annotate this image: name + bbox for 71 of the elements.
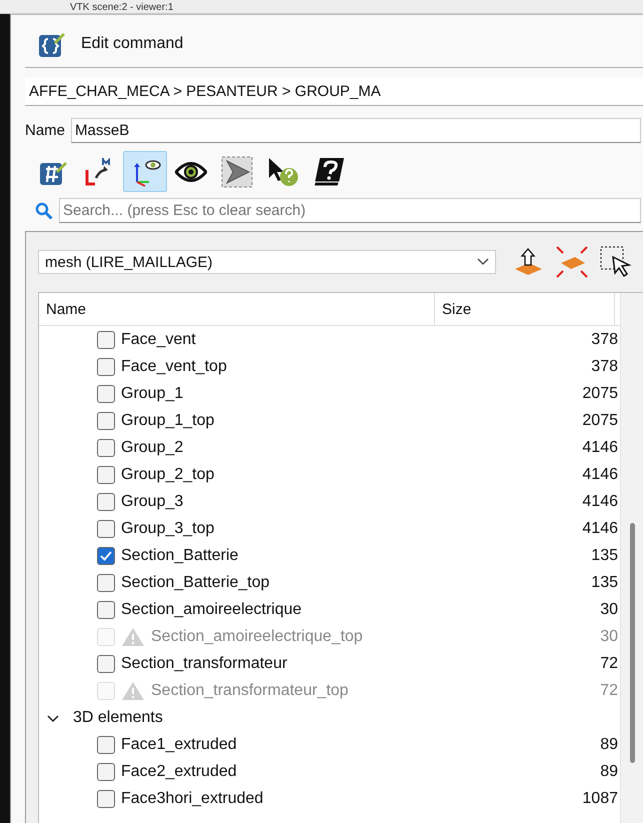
checkbox[interactable] [97, 790, 115, 808]
size-value: 4146 [581, 492, 619, 510]
item-label: Face_vent_top [121, 358, 228, 376]
scrollbar[interactable] [620, 293, 643, 823]
caret-icon [477, 258, 489, 266]
size-value: 4146 [581, 438, 619, 456]
checkbox[interactable] [97, 466, 115, 484]
item-label: Face_vent [121, 330, 197, 348]
checkbox[interactable] [97, 546, 115, 564]
column-header[interactable]: Name [39, 293, 435, 325]
size-value: 4146 [581, 466, 619, 484]
size-value: 72 [599, 654, 619, 672]
size-value: 378 [590, 330, 619, 348]
column-header[interactable]: Size [435, 293, 615, 325]
window-title: VTK scene:2 - viewer:1 [70, 2, 174, 13]
item-label: Group_2 [121, 438, 184, 456]
checkbox[interactable] [97, 654, 115, 672]
eye-icon [175, 160, 207, 182]
check-icon [100, 550, 112, 560]
size-value: 30 [599, 628, 619, 646]
size-value: 378 [590, 358, 619, 376]
item-label: Section_amoireelectrique_top [151, 628, 364, 646]
checkbox[interactable] [97, 762, 115, 780]
checkbox[interactable] [97, 438, 115, 456]
size-value: 89 [599, 762, 619, 780]
item-label: Group_2_top [121, 466, 216, 484]
toolbar-button[interactable] [123, 151, 167, 192]
size-value: 4146 [581, 520, 619, 538]
dialog-title: Edit command [81, 35, 184, 53]
braces-pencil-icon [39, 31, 65, 57]
group-label[interactable]: 3D elements [73, 708, 620, 726]
search-field[interactable]: Search... (press Esc to clear search) [59, 198, 641, 223]
checkbox[interactable] [97, 736, 115, 754]
checkbox[interactable] [97, 520, 115, 538]
size-value: 135 [590, 574, 619, 592]
checkbox[interactable] [97, 412, 115, 430]
item-label: Section_transformateur [121, 654, 288, 672]
item-label: Face2_extruded [121, 762, 238, 780]
item-label: Group_3_top [121, 520, 216, 538]
checkbox[interactable] [97, 358, 115, 376]
size-value: 1087 [581, 790, 619, 808]
size-value: 72 [599, 682, 619, 700]
mesh-dropdown[interactable]: mesh (LIRE_MAILLAGE) [38, 250, 496, 274]
warning-icon [121, 626, 145, 646]
size-value: 2075 [581, 412, 619, 430]
item-label: Group_1 [121, 384, 184, 402]
search-icon [35, 202, 53, 220]
breadcrumb: AFFE_CHAR_MECA > PESANTEUR > GROUP_MA [25, 78, 643, 106]
checkbox[interactable] [97, 574, 115, 592]
warning-icon [121, 680, 145, 700]
item-label: Face3hori_extruded [121, 790, 264, 808]
size-value: 135 [590, 546, 619, 564]
cursor-question-icon [266, 156, 300, 188]
name-label: Name [25, 122, 66, 139]
item-label: Face1_extruded [121, 736, 238, 754]
size-value: 2075 [581, 384, 619, 402]
item-label: Section_Batterie_top [121, 574, 271, 592]
item-label: Section_transformateur_top [151, 682, 350, 700]
size-value: 30 [599, 600, 619, 618]
item-label: Group_3 [121, 492, 184, 510]
mesh-icon [221, 156, 253, 188]
name-input[interactable]: MasseB [71, 118, 641, 143]
item-label: Group_1_top [121, 412, 216, 430]
checkbox[interactable] [97, 330, 115, 348]
size-value: 89 [599, 736, 619, 754]
checkbox[interactable] [97, 384, 115, 402]
help-book-icon [312, 156, 346, 188]
checkbox[interactable] [97, 492, 115, 510]
item-label: Section_amoireelectrique [121, 600, 303, 618]
checkbox[interactable] [97, 600, 115, 618]
item-label: Section_Batterie [121, 546, 240, 564]
